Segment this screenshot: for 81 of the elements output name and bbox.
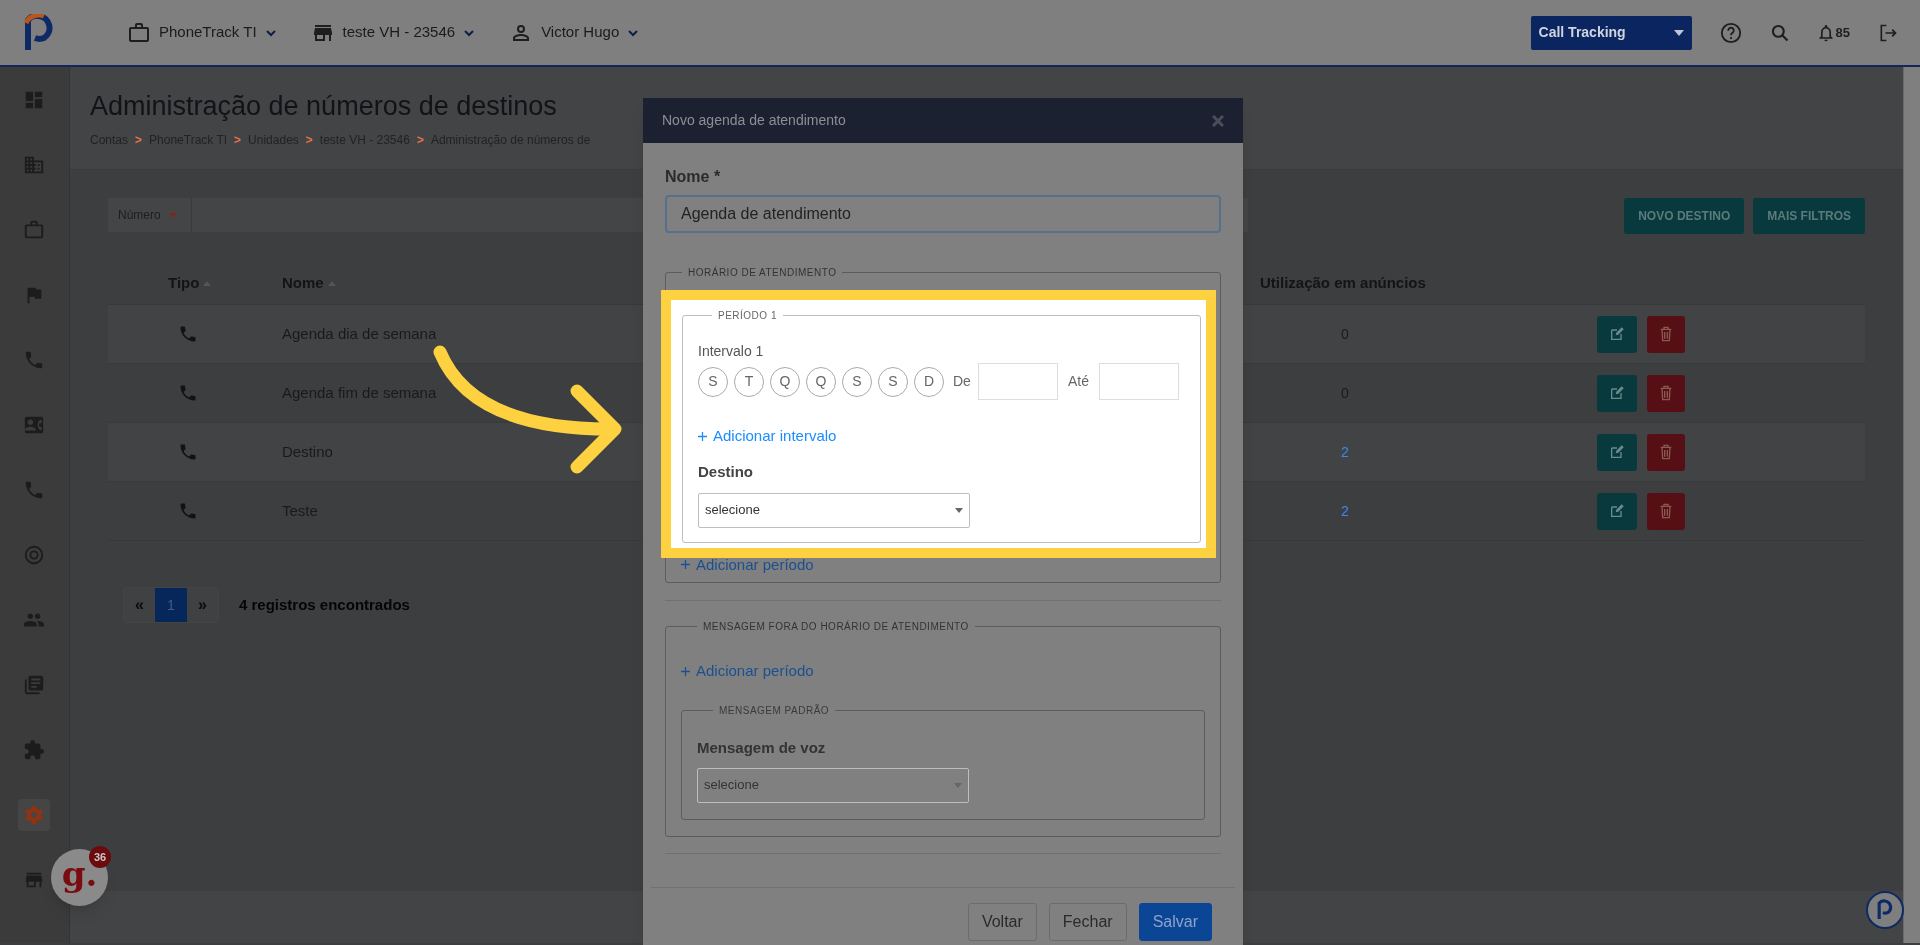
settings-icon [23,803,45,826]
breadcrumb-separator: > [416,132,424,149]
search-icon[interactable] [1769,22,1790,43]
breadcrumb-separator: > [135,132,143,149]
fieldset-legend: MENSAGEM FORA DO HORÁRIO DE ATENDIMENTO [697,619,975,634]
plus-icon [698,431,707,441]
phone-icon [178,324,198,344]
edit-icon [1609,385,1625,401]
caret-icon [168,212,177,218]
edit-button[interactable] [1597,433,1637,471]
trash-icon [1659,503,1673,519]
sort-icon[interactable] [327,280,336,286]
trash-icon [1659,326,1673,342]
scrollbar[interactable] [1903,67,1920,943]
add-link[interactable]: Adicionar intervalo [698,425,837,448]
breadcrumb-separator: > [234,132,242,149]
voice-message-select[interactable]: selecione [697,767,969,803]
dialog-button[interactable]: Voltar [967,902,1037,941]
product-select[interactable]: Call Tracking [1530,15,1692,50]
help-icon[interactable] [1719,21,1742,44]
caret-icon [954,782,962,788]
delete-button[interactable] [1647,315,1685,353]
page-button[interactable]: 1 [155,588,187,622]
notification-count: 85 [1835,23,1850,42]
plus-icon [681,666,690,676]
phone-icon [178,501,198,521]
briefcase-icon [23,218,45,241]
nav-dropdown[interactable]: Victor Hugo [509,20,640,45]
target-icon [23,543,45,566]
add-link[interactable]: Adicionar período [681,553,814,576]
edit-button[interactable] [1597,492,1637,530]
field-label: Nome * [665,167,722,187]
previous-page-button[interactable]: « [124,588,155,622]
phone-icon [178,383,198,403]
action-button[interactable]: MAIS FILTROS [1753,198,1865,234]
caret-icon [955,507,963,513]
puzzle-icon [23,738,45,761]
name-field[interactable]: Agenda de atendimento [665,195,1221,233]
logo-icon [1876,899,1894,921]
nav-dropdown[interactable]: teste VH - 23546 [310,20,476,45]
edit-icon [1609,326,1625,342]
nav-dropdown[interactable]: PhoneTrack TI [127,20,277,45]
edit-icon [1609,444,1625,460]
time-field[interactable] [1098,363,1179,400]
field-label: Até [1067,372,1089,391]
delete-button[interactable] [1647,374,1685,412]
books-icon [23,673,45,696]
breadcrumb-separator: > [305,132,313,149]
dialog-button[interactable]: Fechar [1048,902,1127,941]
briefcase-icon [127,20,151,45]
time-field[interactable] [977,363,1058,400]
edit-button[interactable] [1597,374,1637,412]
fieldset-legend: PERÍODO 1 [712,308,783,323]
sidebar-item[interactable] [18,798,50,831]
add-link[interactable]: Adicionar período [681,660,814,683]
fieldset-legend: HORÁRIO DE ATENDIMENTO [682,265,843,280]
close-icon[interactable] [1212,114,1224,127]
field-label: Destino [698,461,754,482]
action-button[interactable]: NOVO DESTINO [1624,198,1745,234]
sort-icon[interactable] [203,280,212,286]
field-label: Mensagem de voz [697,737,827,758]
interval-label: Intervalo 1 [698,342,765,361]
edit-icon [1609,503,1625,519]
usage-link[interactable]: 2 [1341,441,1349,463]
field-label: De [953,372,971,391]
delete-button[interactable] [1647,492,1685,530]
records-count: 4 registros encontrados [239,594,410,615]
next-page-button[interactable]: » [187,588,218,622]
trash-icon [1659,444,1673,460]
phone-icon [178,442,198,462]
destination-select[interactable]: selecione [698,492,970,528]
trash-icon [1659,385,1673,401]
plus-icon [681,560,690,570]
dialog-title: Novo agenda de atendimento [662,111,846,130]
edit-button[interactable] [1597,315,1637,353]
dialog-button[interactable]: Salvar [1138,902,1212,941]
logout-icon[interactable] [1878,22,1898,43]
caret-icon [1673,29,1684,36]
delete-button[interactable] [1647,433,1685,471]
usage-link[interactable]: 2 [1341,500,1349,522]
fieldset-legend: MENSAGEM PADRÃO [713,702,836,718]
